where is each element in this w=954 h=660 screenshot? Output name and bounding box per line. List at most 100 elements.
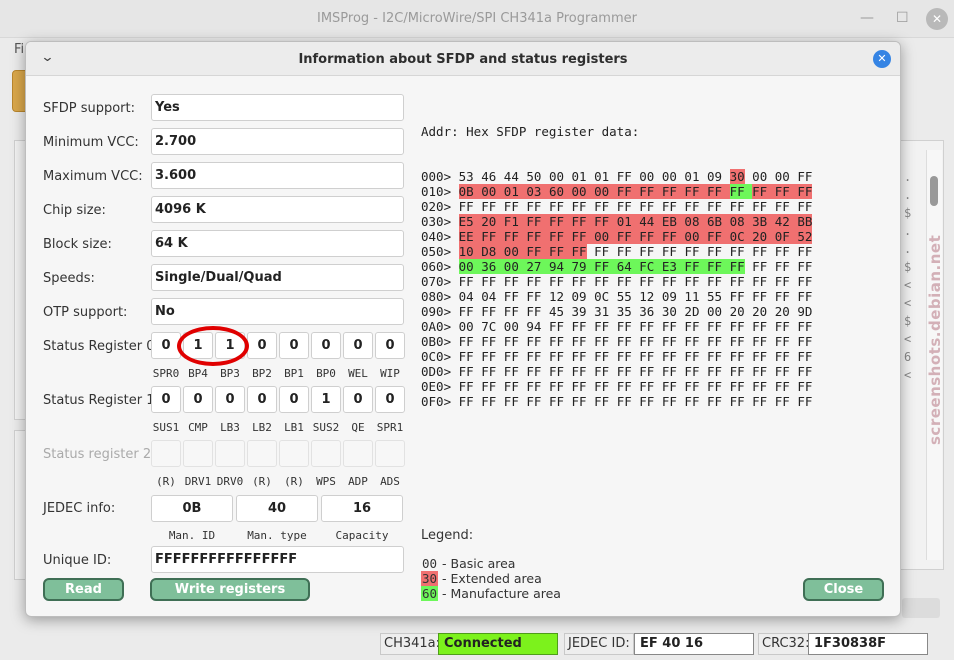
min-vcc-label: Minimum VCC:	[43, 135, 139, 150]
hex-byte: FF	[707, 184, 730, 199]
maximize-icon[interactable]: ☐	[896, 10, 909, 26]
sr1-name-sus2: SUS2	[312, 421, 340, 434]
speeds-label: Speeds:	[43, 271, 95, 286]
sr1-name-cmp: CMP	[188, 421, 208, 434]
hex-byte: 55	[707, 289, 730, 304]
hex-byte: FF	[752, 199, 775, 214]
sr2-name-ads: ADS	[380, 475, 400, 488]
hex-byte: FF	[684, 394, 707, 409]
sr0-name-spr0: SPR0	[152, 367, 180, 380]
block-size-field[interactable]: 64 K	[151, 230, 404, 257]
sr1-bit-lb1[interactable]: 0	[279, 386, 309, 413]
sr1-bit-lb2[interactable]: 0	[247, 386, 277, 413]
hex-byte: FF	[797, 184, 813, 199]
hex-byte: FF	[594, 244, 617, 259]
sr1-bit-sus1[interactable]: 0	[151, 386, 181, 413]
hex-byte: FF	[503, 199, 527, 214]
hex-byte: FF	[503, 304, 527, 319]
toolbar-chip-icon[interactable]	[12, 70, 26, 112]
hex-byte: FF	[458, 364, 482, 379]
hex-byte: FF	[571, 199, 595, 214]
sr0-bit-bp0[interactable]: 0	[311, 332, 341, 359]
hex-byte: FF	[616, 244, 640, 259]
hex-byte: FF	[639, 349, 662, 364]
hex-byte: FF	[774, 379, 798, 394]
hex-byte: 0F	[774, 229, 798, 244]
sr0-bit-bp1[interactable]: 0	[279, 332, 309, 359]
hex-byte: FF	[616, 364, 640, 379]
read-button[interactable]: Read	[43, 578, 124, 601]
sr1-bit-qe[interactable]: 0	[343, 386, 373, 413]
min-vcc-field[interactable]: 2.700	[151, 128, 404, 155]
unique-id-field[interactable]: FFFFFFFFFFFFFFFF	[151, 546, 404, 573]
sr0-bit-bp4[interactable]: 1	[183, 332, 213, 359]
unique-id-label: Unique ID:	[43, 553, 112, 568]
hex-byte: 94	[526, 319, 549, 334]
speeds-field[interactable]: Single/Dual/Quad	[151, 264, 404, 291]
watermark: screenshots.debian.net	[926, 234, 944, 446]
hex-byte: FF	[707, 274, 730, 289]
sr0-bit-wip[interactable]: 0	[375, 332, 405, 359]
hex-byte: 00	[752, 169, 775, 184]
hex-byte: FF	[616, 184, 640, 199]
menu-file[interactable]: Fi	[14, 42, 24, 57]
chip-size-field[interactable]: 4096 K	[151, 196, 404, 223]
hex-byte: FF	[684, 379, 707, 394]
close-button[interactable]: Close	[803, 578, 884, 601]
hex-row-address: 0C0>	[421, 349, 459, 364]
hex-byte: 7C	[481, 319, 504, 334]
minimize-icon[interactable]: —	[860, 10, 874, 26]
jedec-man-type-field[interactable]: 40	[236, 495, 318, 522]
sfdp-support-label: SFDP support:	[43, 101, 136, 116]
crc32-value: 1F30838F	[808, 633, 928, 655]
sfdp-support-field[interactable]: Yes	[151, 94, 404, 121]
sr1-bit-sus2[interactable]: 1	[311, 386, 341, 413]
hex-row: 020> FF FF FF FF FF FF FF FF FF FF FF FF…	[421, 199, 812, 214]
hex-byte: FF	[616, 229, 640, 244]
otp-support-field[interactable]: No	[151, 298, 404, 325]
hex-byte: BB	[797, 214, 813, 229]
hex-byte: 03	[526, 184, 549, 199]
hex-byte: FF	[548, 229, 572, 244]
hex-byte: FF	[774, 364, 798, 379]
sr0-name-bp2: BP2	[252, 367, 272, 380]
sr0-bit-bp2[interactable]: 0	[247, 332, 277, 359]
jedec-man-id-field[interactable]: 0B	[151, 495, 233, 522]
dialog-title: Information about SFDP and status regist…	[298, 52, 628, 67]
dialog-close-icon[interactable]: ✕	[873, 50, 891, 68]
sr1-name-lb1: LB1	[284, 421, 304, 434]
hex-byte: FF	[571, 349, 595, 364]
sr0-bit-wel[interactable]: 0	[343, 332, 373, 359]
hex-byte: 0C	[729, 229, 753, 244]
hex-byte: FF	[458, 304, 482, 319]
legend-basic-text: - Basic area	[438, 556, 516, 571]
max-vcc-field[interactable]: 3.600	[151, 162, 404, 189]
sr1-bit-lb3[interactable]: 0	[215, 386, 245, 413]
hex-byte: EB	[661, 214, 685, 229]
legend-extended-area: 30 - Extended area	[421, 571, 542, 586]
hex-byte: FF	[707, 334, 730, 349]
main-close-icon[interactable]: ✕	[926, 8, 948, 30]
hex-byte: 64	[616, 259, 640, 274]
background-glyph: <	[904, 278, 912, 292]
sr1-bit-spr1[interactable]: 0	[375, 386, 405, 413]
jedec-capacity-field[interactable]: 16	[321, 495, 403, 522]
hex-byte: 00	[684, 229, 707, 244]
hex-row: 040> EE FF FF FF FF FF 00 FF FF FF 00 FF…	[421, 229, 813, 244]
hex-byte: FC	[639, 259, 662, 274]
jedec-id-value: EF 40 16	[634, 633, 754, 655]
sr1-name-spr1: SPR1	[376, 421, 404, 434]
hex-byte: FF	[616, 334, 640, 349]
hex-byte: 00	[707, 304, 730, 319]
write-registers-button[interactable]: Write registers	[150, 578, 310, 601]
background-scroll-thumb[interactable]	[930, 176, 938, 206]
hex-row: 0D0> FF FF FF FF FF FF FF FF FF FF FF FF…	[421, 364, 812, 379]
hex-byte: FF	[481, 304, 504, 319]
sr1-bit-cmp[interactable]: 0	[183, 386, 213, 413]
hex-byte: 08	[729, 214, 753, 229]
hex-byte: D8	[481, 244, 504, 259]
hex-byte: 00	[458, 319, 482, 334]
sr2-name-drv0: DRV0	[216, 475, 244, 488]
sr0-bit-bp3[interactable]: 1	[215, 332, 245, 359]
sr0-bit-spr0[interactable]: 0	[151, 332, 181, 359]
